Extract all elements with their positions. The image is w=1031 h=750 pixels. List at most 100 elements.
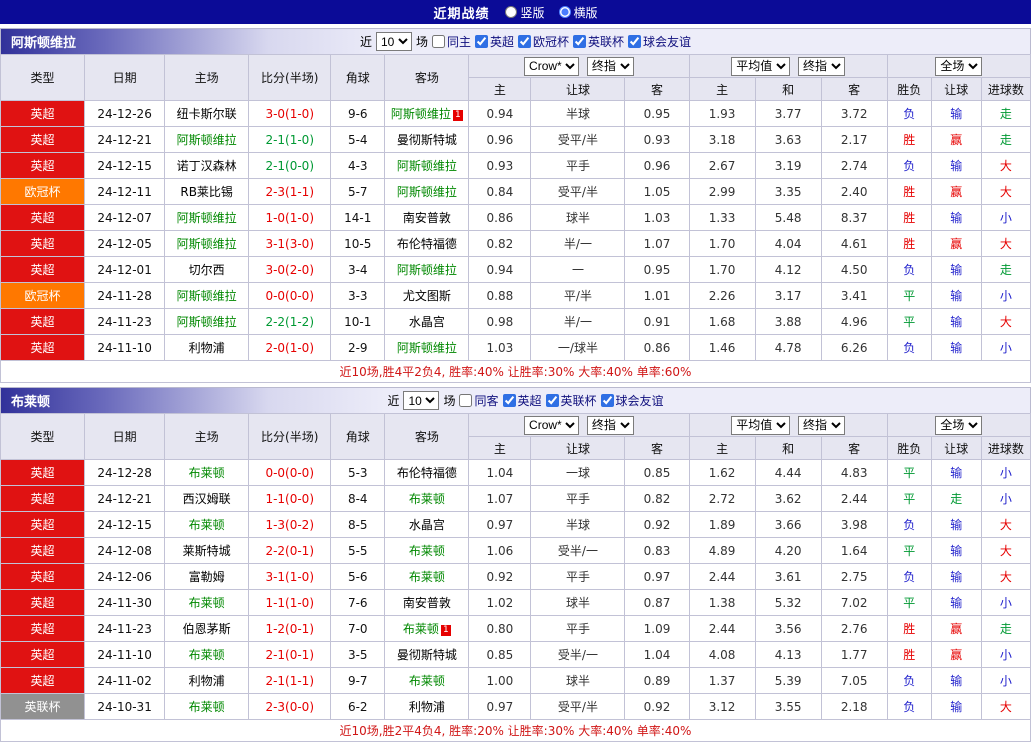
filter-checkbox[interactable]: 欧冠杯 [518, 33, 569, 50]
summary-line: 近10场,胜4平2负4, 胜率:40% 让胜率:30% 大率:40% 单率:60… [0, 361, 1031, 383]
odds-away: 0.96 [624, 152, 690, 179]
away-team: 布莱顿 1 [384, 615, 470, 642]
avg-odds-home: 1.62 [688, 459, 756, 486]
filter-checkbox-input[interactable] [628, 35, 642, 48]
odds-away: 1.09 [624, 615, 690, 642]
avg-stage-select[interactable]: 终指 [798, 415, 846, 435]
corner-score: 10-1 [330, 308, 386, 335]
team-section-header: 布莱顿 近 10 场 同客 英超 英联杯 球会友谊 [0, 387, 1031, 413]
team-label: 曼彻斯特城 [396, 133, 457, 147]
result-outcome: 胜 [886, 178, 932, 205]
scope-group-header: 全场 [886, 54, 1031, 78]
layout-radio-input[interactable] [505, 6, 518, 18]
match-count-select[interactable]: 10 [375, 32, 412, 51]
odds-home: 0.80 [468, 615, 532, 642]
handicap-line: 半球 [530, 511, 626, 538]
odds-away: 1.04 [624, 641, 690, 668]
filter-checkbox[interactable]: 球会友谊 [600, 392, 664, 409]
filter-checkbox[interactable]: 同客 [459, 392, 499, 409]
odds-provider-select[interactable]: Crow* [524, 415, 580, 435]
filter-checkbox-input[interactable] [474, 35, 488, 48]
home-team: 阿斯顿维拉 [164, 282, 250, 309]
odds-group-header: Crow* 终指 [468, 413, 690, 437]
odds-away: 1.01 [624, 282, 690, 309]
filter-checkbox[interactable]: 英超 [502, 392, 542, 409]
home-team: 利物浦 [164, 334, 250, 361]
odds-home: 0.82 [468, 230, 532, 257]
odds-away: 0.85 [624, 459, 690, 486]
filter-checkbox-input[interactable] [502, 394, 516, 407]
odds-home: 0.92 [468, 563, 532, 590]
col-date: 日期 [84, 413, 166, 460]
filter-prefix-label: 近 [387, 394, 400, 408]
home-team: 伯恩茅斯 [164, 615, 250, 642]
avg-odds-away: 2.17 [820, 126, 888, 153]
team-label: 阿斯顿维拉 [396, 159, 457, 173]
odds-group-header: Crow* 终指 [468, 54, 690, 78]
result-goals: 小 [980, 282, 1031, 309]
layout-radio-input[interactable] [558, 6, 571, 18]
match-score: 1-3(0-2) [248, 511, 332, 538]
result-handicap: 输 [930, 152, 982, 179]
col-home: 主场 [164, 413, 250, 460]
subcol-avg-away: 客 [820, 436, 888, 460]
filter-checkbox[interactable]: 同主 [431, 33, 471, 50]
avg-odds-draw: 4.12 [754, 256, 822, 283]
corner-score: 3-3 [330, 282, 386, 309]
layout-radio[interactable]: 横版 [558, 4, 598, 21]
filter-checkbox[interactable]: 英超 [474, 33, 514, 50]
avg-odds-home: 3.18 [688, 126, 756, 153]
filter-checkbox-input[interactable] [545, 394, 559, 407]
avg-odds-home: 4.89 [688, 537, 756, 564]
filter-checkbox[interactable]: 英联杯 [573, 33, 624, 50]
avg-odds-draw: 3.62 [754, 485, 822, 512]
filter-checkbox-input[interactable] [600, 394, 614, 407]
odds-away: 0.83 [624, 537, 690, 564]
odds-away: 0.87 [624, 589, 690, 616]
scope-select[interactable]: 全场 [935, 56, 983, 76]
match-row: 英超 24-12-15 布莱顿 1-3(0-2) 8-5 水晶宫 0.97 半球 0.92 1.8… [0, 511, 1031, 538]
team-label: 布伦特福德 [396, 237, 457, 251]
filter-checkbox-input[interactable] [431, 35, 445, 48]
avg-group-header: 平均值 终指 [688, 413, 888, 437]
scope-select[interactable]: 全场 [935, 415, 983, 435]
team-label: 切尔西 [188, 263, 225, 277]
col-date: 日期 [84, 54, 166, 101]
avg-stage-select[interactable]: 终指 [798, 56, 846, 76]
result-outcome: 平 [886, 282, 932, 309]
home-team: 布莱顿 [164, 459, 250, 486]
result-handicap: 赢 [930, 615, 982, 642]
corner-score: 5-7 [330, 178, 386, 205]
handicap-line: 平/半 [530, 282, 626, 309]
filter-checkbox-input[interactable] [459, 394, 473, 407]
filter-checkbox-input[interactable] [518, 35, 531, 48]
odds-provider-select[interactable]: Crow* [524, 56, 580, 76]
odds-home: 0.85 [468, 641, 532, 668]
team-label: 布莱顿 [402, 622, 439, 636]
avg-select[interactable]: 平均值 [731, 56, 791, 76]
filter-checkbox[interactable]: 英联杯 [545, 392, 597, 409]
avg-odds-draw: 4.78 [754, 334, 822, 361]
match-count-select[interactable]: 10 [403, 391, 440, 410]
filter-checkbox[interactable]: 球会友谊 [628, 33, 691, 50]
result-outcome: 胜 [886, 641, 932, 668]
handicap-line: 球半 [530, 667, 626, 694]
match-date: 24-12-15 [84, 511, 166, 538]
odds-away: 0.95 [624, 100, 690, 127]
filter-prefix-label: 近 [359, 35, 372, 49]
layout-radio[interactable]: 竖版 [505, 4, 545, 21]
odds-stage-select[interactable]: 终指 [586, 415, 634, 435]
result-goals: 大 [980, 511, 1031, 538]
result-outcome: 负 [886, 563, 932, 590]
team-label: 富勒姆 [188, 570, 225, 584]
team-label: 布莱顿 [188, 648, 225, 662]
filter-checkbox-input[interactable] [573, 35, 587, 48]
result-outcome: 平 [886, 537, 932, 564]
team-label: 利物浦 [188, 674, 225, 688]
match-row: 英超 24-12-01 切尔西 3-0(2-0) 3-4 阿斯顿维拉 0.94 一 0.95 1.… [0, 256, 1031, 283]
avg-select[interactable]: 平均值 [731, 415, 791, 435]
avg-odds-home: 1.33 [688, 204, 756, 231]
odds-stage-select[interactable]: 终指 [586, 56, 634, 76]
result-outcome: 负 [886, 100, 932, 127]
league-badge: 英超 [0, 256, 86, 283]
